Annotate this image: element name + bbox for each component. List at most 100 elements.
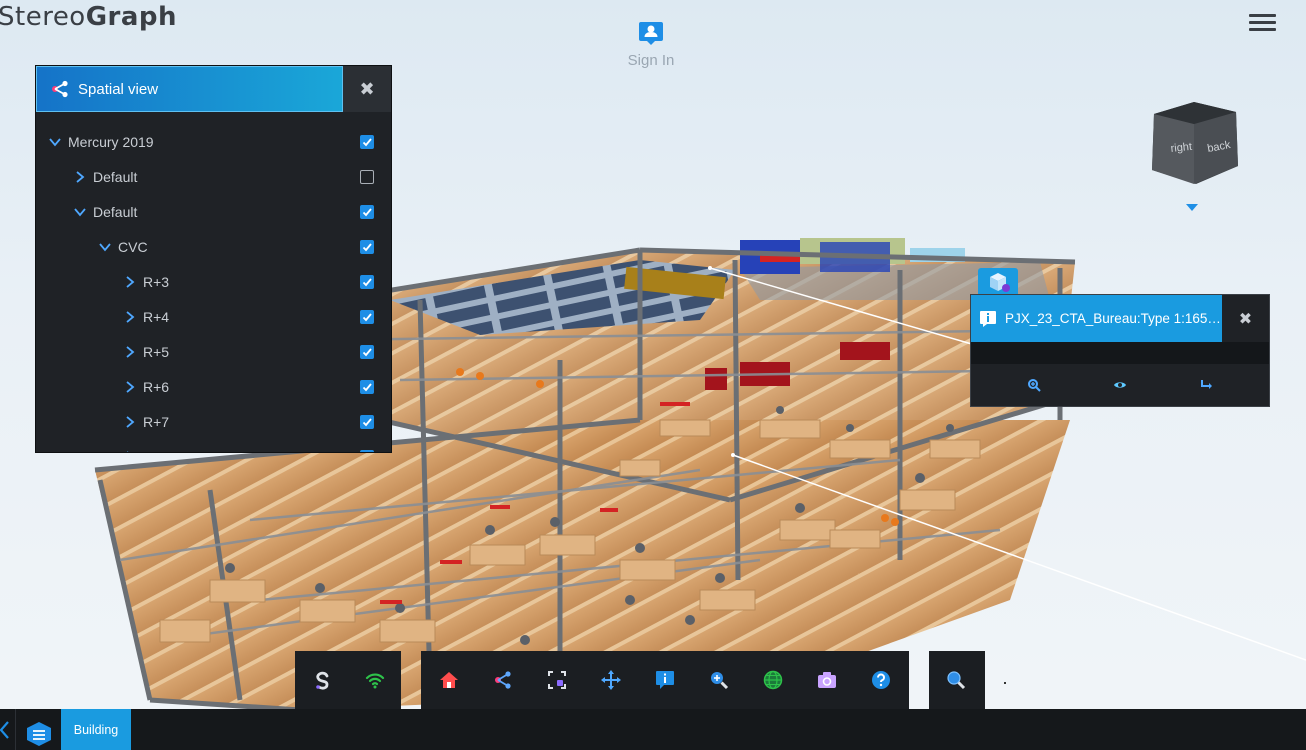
chevron-down-icon[interactable] bbox=[1186, 204, 1198, 211]
move-button[interactable] bbox=[584, 651, 638, 709]
spatial-view-header: Spatial view bbox=[36, 66, 343, 112]
tree-item[interactable]: R+6 bbox=[36, 369, 391, 404]
tree-item-label: R+4 bbox=[143, 308, 170, 325]
close-icon[interactable]: ✖ bbox=[1222, 295, 1269, 342]
status-bar: Building bbox=[0, 709, 1306, 750]
spatial-view-title: Spatial view bbox=[78, 80, 159, 98]
globe-icon bbox=[763, 670, 783, 690]
return-arrow-icon[interactable] bbox=[1199, 378, 1213, 392]
tree-item[interactable]: TOITURE bbox=[36, 439, 391, 454]
chevron-right-icon[interactable] bbox=[123, 275, 137, 289]
tree-item-label: R+3 bbox=[143, 273, 170, 290]
divider-dot bbox=[1004, 682, 1006, 684]
toolbar-group-main bbox=[421, 651, 909, 709]
tree-item[interactable]: R+4 bbox=[36, 299, 391, 334]
tree-item-label: Default bbox=[93, 203, 138, 220]
logo-text-bold: Graph bbox=[85, 2, 178, 32]
home-button[interactable] bbox=[422, 651, 476, 709]
eye-icon[interactable] bbox=[1113, 378, 1127, 392]
tree-item-label: TOITURE bbox=[143, 449, 204, 453]
logo-s-icon bbox=[315, 671, 328, 690]
tree-item-checkbox[interactable] bbox=[360, 415, 374, 429]
sign-in-button[interactable]: Sign In bbox=[620, 20, 682, 69]
tree-item[interactable]: R+5 bbox=[36, 334, 391, 369]
zoom-in-icon bbox=[711, 672, 729, 690]
spatial-tree: Mercury 2019 Default Default CVC R+3 R+4 R+5 R+… bbox=[36, 124, 391, 454]
toolbar-group-search bbox=[929, 651, 985, 709]
tree-item[interactable]: R+3 bbox=[36, 264, 391, 299]
chevron-right-icon[interactable] bbox=[73, 170, 87, 184]
tree-item-checkbox[interactable] bbox=[360, 345, 374, 359]
zoom-button[interactable] bbox=[692, 651, 746, 709]
tree-item-checkbox[interactable] bbox=[360, 240, 374, 254]
object-info-body bbox=[971, 342, 1269, 364]
connection-button[interactable] bbox=[348, 651, 401, 709]
spatial-view-panel: Spatial view ✖ Mercury 2019 Default Defaul… bbox=[35, 65, 392, 453]
chevron-right-icon[interactable] bbox=[123, 380, 137, 394]
tree-item-label: R+5 bbox=[143, 343, 170, 360]
tree-item-checkbox[interactable] bbox=[360, 135, 374, 149]
spatial-view-button[interactable] bbox=[476, 651, 530, 709]
object-info-popup: PJX_23_CTA_Bureau:Type 1:1657... ✖ bbox=[970, 294, 1270, 407]
tree-item-checkbox[interactable] bbox=[360, 275, 374, 289]
chevron-right-icon[interactable] bbox=[123, 450, 137, 454]
wifi-icon bbox=[365, 673, 384, 689]
search-button[interactable] bbox=[929, 651, 983, 709]
home-icon bbox=[440, 672, 458, 688]
app-logo: StereoGraph bbox=[0, 2, 177, 32]
info-button[interactable] bbox=[638, 651, 692, 709]
user-icon bbox=[639, 22, 663, 45]
move-icon bbox=[601, 670, 621, 690]
tree-item-label: CVC bbox=[118, 238, 148, 255]
tree-item-checkbox[interactable] bbox=[360, 310, 374, 324]
globe-button[interactable] bbox=[746, 651, 800, 709]
tree-item-checkbox[interactable] bbox=[360, 205, 374, 219]
tree-item-label: Default bbox=[93, 168, 138, 185]
navigation-cube[interactable]: right back bbox=[1146, 100, 1242, 188]
app-menu-button[interactable] bbox=[295, 651, 348, 709]
tree-item[interactable]: Mercury 2019 bbox=[36, 124, 391, 159]
layers-icon[interactable] bbox=[26, 721, 52, 747]
screenshot-button[interactable] bbox=[800, 651, 854, 709]
nav-cube-face-right[interactable]: right bbox=[1170, 141, 1193, 155]
tree-item-label: R+6 bbox=[143, 378, 170, 395]
tree-item-checkbox[interactable] bbox=[360, 170, 374, 184]
help-button[interactable] bbox=[854, 651, 908, 709]
sign-in-label: Sign In bbox=[627, 52, 675, 69]
info-icon bbox=[656, 671, 674, 689]
tab-building[interactable]: Building bbox=[61, 709, 131, 750]
share-tree-icon bbox=[52, 80, 68, 98]
tree-item-checkbox[interactable] bbox=[360, 380, 374, 394]
toolbar-group-connection bbox=[295, 651, 401, 709]
search-icon bbox=[947, 671, 966, 690]
cube-info-icon bbox=[990, 273, 1010, 292]
chevron-down-icon[interactable] bbox=[48, 135, 62, 149]
chevron-right-icon[interactable] bbox=[123, 310, 137, 324]
share-tree-icon bbox=[495, 671, 511, 689]
chevron-down-icon[interactable] bbox=[73, 205, 87, 219]
tree-item[interactable]: Default bbox=[36, 194, 391, 229]
tree-item[interactable]: CVC bbox=[36, 229, 391, 264]
chevron-down-icon[interactable] bbox=[98, 240, 112, 254]
logo-text-light: Stereo bbox=[0, 2, 86, 32]
hamburger-menu-icon[interactable] bbox=[1249, 10, 1276, 34]
fit-view-button[interactable] bbox=[530, 651, 584, 709]
fit-view-icon bbox=[548, 671, 566, 689]
info-icon bbox=[980, 310, 996, 327]
zoom-to-object-icon[interactable] bbox=[1027, 378, 1041, 392]
object-info-header: PJX_23_CTA_Bureau:Type 1:1657... bbox=[971, 295, 1222, 342]
chevron-right-icon[interactable] bbox=[123, 415, 137, 429]
tree-item[interactable]: R+7 bbox=[36, 404, 391, 439]
close-icon[interactable]: ✖ bbox=[343, 66, 391, 112]
camera-icon bbox=[818, 672, 836, 688]
help-icon bbox=[872, 671, 890, 689]
selected-object-marker[interactable] bbox=[978, 268, 1018, 296]
divider bbox=[15, 709, 16, 750]
chevron-left-icon[interactable] bbox=[0, 719, 14, 741]
tree-item-label: Mercury 2019 bbox=[68, 133, 154, 150]
tree-item-label: R+7 bbox=[143, 413, 170, 430]
object-info-title: PJX_23_CTA_Bureau:Type 1:1657... bbox=[1005, 311, 1222, 326]
tree-item-checkbox[interactable] bbox=[360, 450, 374, 452]
chevron-right-icon[interactable] bbox=[123, 345, 137, 359]
tree-item[interactable]: Default bbox=[36, 159, 391, 194]
